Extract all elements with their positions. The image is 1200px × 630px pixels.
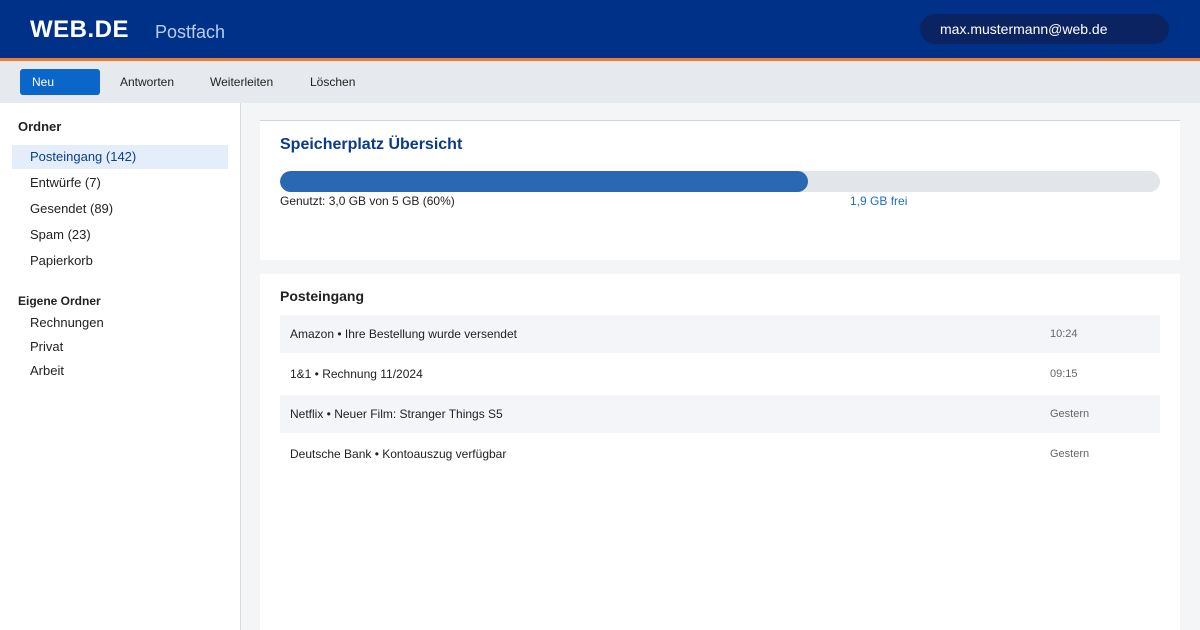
storage-overview-panel: Speicherplatz Übersicht Genutzt: 3,0 GB …	[260, 120, 1180, 260]
folder-invoices[interactable]: Rechnungen	[12, 311, 228, 335]
folder-sidebar: Ordner Posteingang (142) Entwürfe (7) Ge…	[0, 103, 241, 630]
mail-list-item[interactable]: Amazon • Ihre Bestellung wurde versendet…	[280, 315, 1160, 353]
mail-subject: Amazon • Ihre Bestellung wurde versendet	[290, 327, 517, 341]
delete-button[interactable]: Löschen	[310, 69, 355, 95]
mail-subject: 1&1 • Rechnung 11/2024	[290, 367, 423, 381]
folders-heading: Ordner	[18, 119, 62, 134]
mail-time: 10:24	[1050, 328, 1078, 340]
mail-time: 09:15	[1050, 368, 1078, 380]
mail-time: Gestern	[1050, 448, 1090, 460]
mail-time: Gestern	[1050, 408, 1090, 420]
folder-inbox[interactable]: Posteingang (142)	[12, 145, 228, 169]
mail-list-item[interactable]: Netflix • Neuer Film: Stranger Things S5…	[280, 395, 1160, 433]
mail-list-item[interactable]: Deutsche Bank • Kontoauszug verfügbar Ge…	[280, 435, 1160, 473]
custom-folders-heading: Eigene Ordner	[18, 294, 101, 308]
mail-toolbar: Neu Antworten Weiterleiten Löschen	[0, 61, 1200, 103]
folder-drafts[interactable]: Entwürfe (7)	[12, 171, 228, 195]
inbox-panel: Posteingang Amazon • Ihre Bestellung wur…	[260, 274, 1180, 630]
folder-private[interactable]: Privat	[12, 335, 228, 359]
storage-progress-bar	[280, 171, 1160, 192]
mail-list-item[interactable]: 1&1 • Rechnung 11/2024 09:15	[280, 355, 1160, 393]
mail-subject: Deutsche Bank • Kontoauszug verfügbar	[290, 447, 507, 461]
inbox-title: Posteingang	[280, 288, 365, 304]
top-header: WEB.DE Postfach max.mustermann@web.de	[0, 0, 1200, 61]
new-mail-button[interactable]: Neu	[20, 69, 100, 95]
app-title: Postfach	[155, 22, 226, 42]
folder-spam[interactable]: Spam (23)	[12, 223, 228, 247]
storage-used-text: Genutzt: 3,0 GB von 5 GB (60%)	[280, 194, 455, 208]
storage-title: Speicherplatz Übersicht	[280, 136, 463, 153]
storage-free-text: 1,9 GB frei	[850, 194, 908, 208]
webde-logo[interactable]: WEB.DE	[30, 16, 129, 44]
user-account-button[interactable]: max.mustermann@web.de	[920, 14, 1169, 44]
folder-trash[interactable]: Papierkorb	[12, 249, 228, 273]
mail-subject: Netflix • Neuer Film: Stranger Things S5	[290, 407, 503, 421]
forward-button[interactable]: Weiterleiten	[210, 69, 273, 95]
folder-sent[interactable]: Gesendet (89)	[12, 197, 228, 221]
reply-button[interactable]: Antworten	[120, 69, 174, 95]
folder-work[interactable]: Arbeit	[12, 359, 228, 383]
storage-progress-fill	[280, 171, 808, 192]
